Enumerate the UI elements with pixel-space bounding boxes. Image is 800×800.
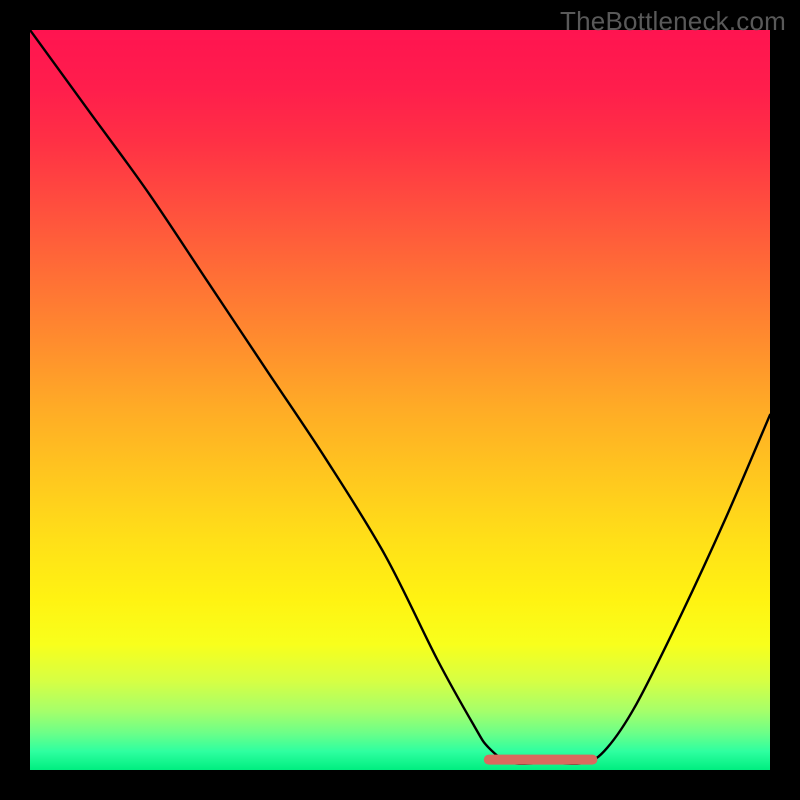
plot-area bbox=[30, 30, 770, 770]
bottleneck-curve-path bbox=[30, 30, 770, 764]
chart-frame: TheBottleneck.com bbox=[0, 0, 800, 800]
curve-svg bbox=[30, 30, 770, 770]
watermark-text: TheBottleneck.com bbox=[560, 6, 786, 37]
